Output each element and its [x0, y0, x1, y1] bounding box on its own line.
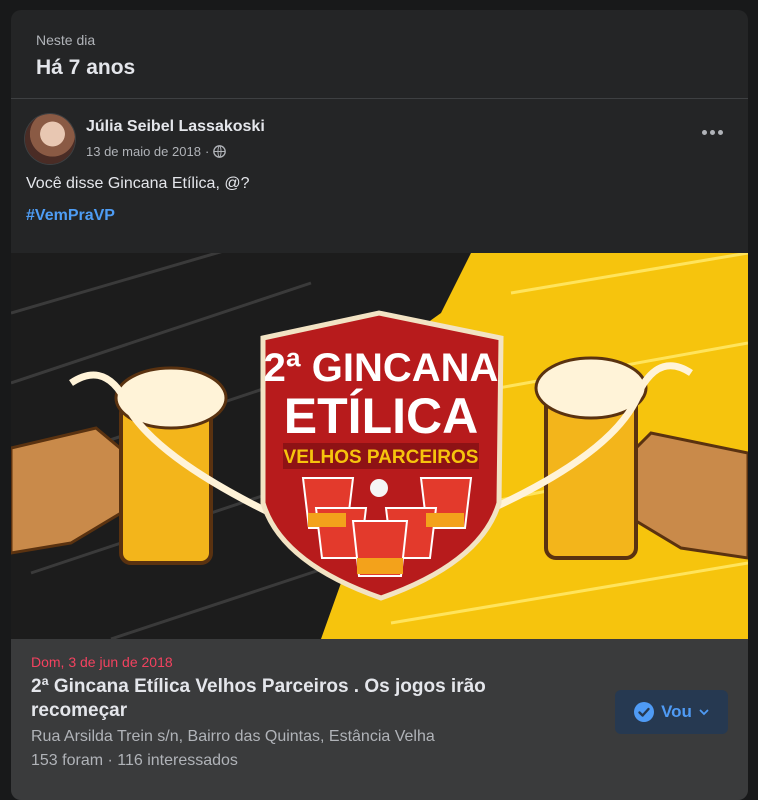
event-title[interactable]: 2ª Gincana Etílica Velhos Parceiros . Os… [31, 675, 531, 723]
check-circle-icon [634, 702, 655, 722]
event-stats: 153 foram · 116 interessados [31, 752, 238, 769]
memory-header: Neste dia Há 7 anos [11, 10, 748, 99]
post-header: Júlia Seibel Lassakoski 13 de maio de 20… [11, 99, 748, 164]
event-banner-image[interactable]: 2ª GINCANA ETÍLICA VELHOS PARCEIROS [11, 253, 748, 639]
author-name[interactable]: Júlia Seibel Lassakoski [86, 118, 265, 136]
more-options-button[interactable] [698, 124, 726, 140]
more-options-icon [701, 129, 707, 135]
globe-icon[interactable] [213, 145, 227, 158]
banner-line2: ETÍLICA [284, 388, 478, 444]
event-date: Dom, 3 de jun de 2018 [31, 654, 173, 670]
event-title-line2: recomeçar [31, 700, 128, 721]
memory-subtitle: Neste dia [36, 32, 96, 48]
more-options-icon [709, 129, 715, 135]
banner-line3: VELHOS PARCEIROS [284, 447, 479, 468]
event-info[interactable]: Dom, 3 de jun de 2018 2ª Gincana Etílica… [11, 639, 748, 800]
event-location: Rua Arsilda Trein s/n, Bairro das Quinta… [31, 728, 435, 745]
going-button[interactable]: Vou [615, 690, 728, 734]
post-text: Você disse Gincana Etílica, @? [26, 175, 250, 192]
meta-separator: · [204, 144, 210, 159]
memory-card: Neste dia Há 7 anos Júlia Seibel Lassako… [11, 10, 748, 800]
more-options-icon [717, 129, 723, 135]
going-label: Vou [661, 702, 692, 721]
post-date[interactable]: 13 de maio de 2018 [86, 144, 201, 159]
post-meta: 13 de maio de 2018 · [86, 144, 227, 159]
hashtag-link[interactable]: #VemPraVP [11, 193, 748, 225]
memory-title: Há 7 anos [36, 56, 136, 79]
avatar[interactable] [25, 114, 75, 164]
event-title-line1: 2ª Gincana Etílica Velhos Parceiros . Os… [31, 676, 486, 697]
banner-line1: 2ª GINCANA [264, 346, 499, 390]
chevron-down-icon [699, 709, 709, 716]
